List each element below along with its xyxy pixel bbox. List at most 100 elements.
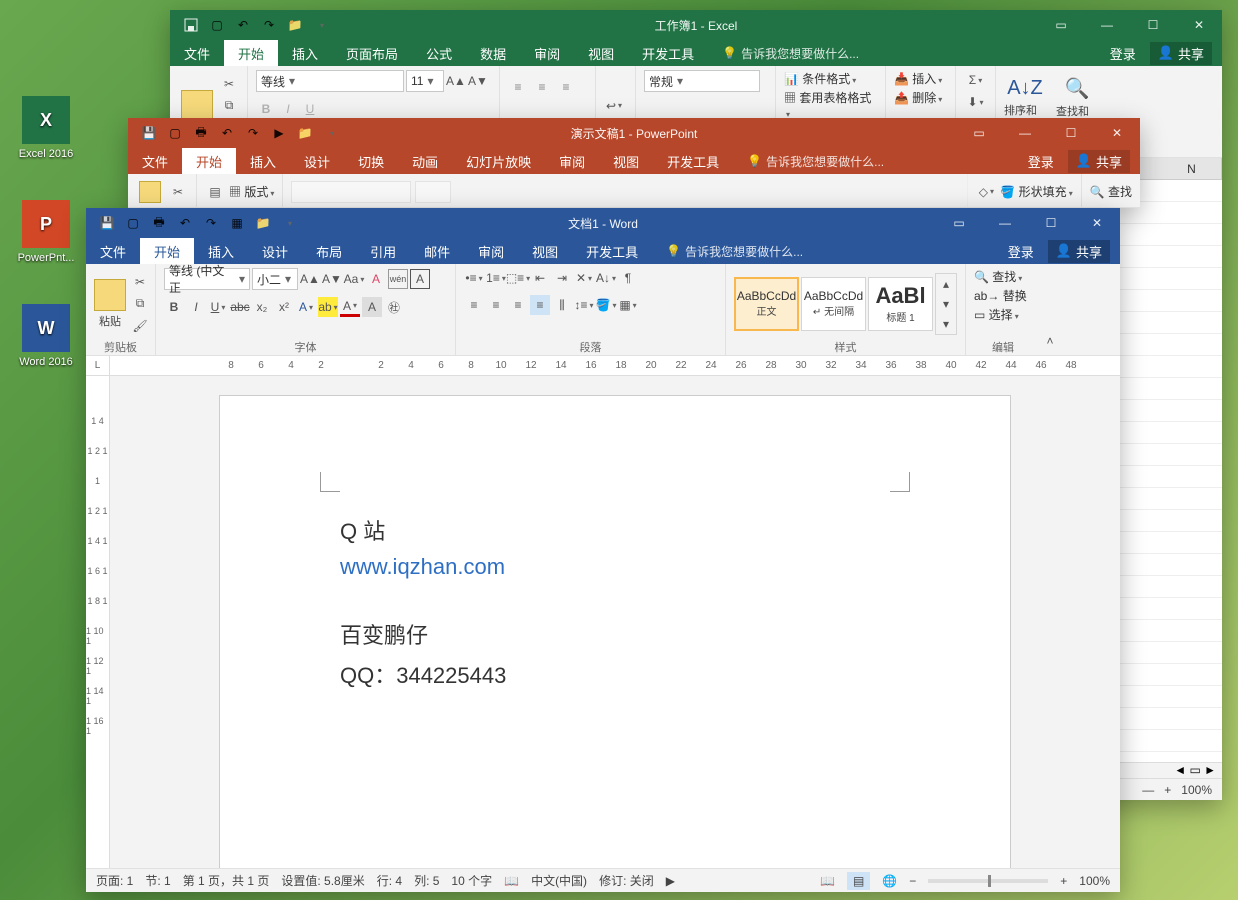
align-top-icon[interactable]: ≡ (508, 77, 528, 97)
delete-cells-button[interactable]: 📤 删除 (894, 89, 942, 106)
fill-icon[interactable]: ⬇ (966, 92, 986, 112)
new-icon[interactable]: ▢ (162, 119, 188, 147)
ribbon-options-icon[interactable]: ▭ (936, 208, 982, 238)
numbering-icon[interactable]: 1≡ (486, 268, 506, 288)
slideshow-icon[interactable]: ▶ (266, 119, 292, 147)
zoom-in-icon[interactable]: + (1060, 874, 1067, 888)
grow-font-icon[interactable]: A▲ (300, 269, 320, 289)
show-marks-icon[interactable]: ¶ (618, 268, 638, 288)
horizontal-ruler[interactable]: 8642246810121416182022242628303234363840… (86, 356, 1120, 376)
tab-slideshow[interactable]: 幻灯片放映 (452, 148, 545, 174)
status-revision[interactable]: 修订: 关闭 (599, 872, 654, 889)
italic-icon[interactable]: I (278, 99, 298, 119)
tab-formulas[interactable]: 公式 (412, 40, 466, 66)
status-pages[interactable]: 第 1 页，共 1 页 (183, 872, 270, 889)
tab-animation[interactable]: 动画 (398, 148, 452, 174)
tab-home[interactable]: 开始 (182, 148, 236, 174)
redo-icon[interactable]: ↷ (240, 119, 266, 147)
align-bottom-icon[interactable]: ≡ (556, 77, 576, 97)
outdent-icon[interactable]: ⇤ (530, 268, 550, 288)
excel-titlebar[interactable]: ▢ ↶ ↷ 📁 工作簿1 - Excel ▭ — ☐ ✕ (170, 10, 1222, 40)
new-slide-icon[interactable]: ▤ (205, 182, 225, 202)
tab-devtools[interactable]: 开发工具 (653, 148, 733, 174)
maximize-icon[interactable]: ☐ (1028, 208, 1074, 238)
column-header[interactable]: N (1162, 158, 1222, 179)
tell-me-field[interactable]: 💡告诉我您想要做什么... (733, 148, 884, 174)
tab-review[interactable]: 审阅 (545, 148, 599, 174)
minimize-icon[interactable]: — (1084, 10, 1130, 40)
share-button[interactable]: 👤共享 (1150, 42, 1212, 65)
ribbon-options-icon[interactable]: ▭ (956, 118, 1002, 148)
conditional-format-button[interactable]: 📊 条件格式 (784, 70, 856, 87)
readmode-icon[interactable]: 📖 (820, 874, 835, 888)
save-icon[interactable]: 💾 (94, 209, 120, 237)
doc-text[interactable]: QQ：344225443 (340, 658, 890, 690)
font-name-combo[interactable]: 等线▾ (256, 70, 404, 92)
indent-icon[interactable]: ⇥ (552, 268, 572, 288)
zoom-out-icon[interactable]: — (1142, 783, 1154, 797)
wrap-text-icon[interactable]: ↩ (604, 96, 624, 116)
undo-icon[interactable]: ↶ (230, 11, 256, 39)
cut-icon[interactable]: ✂ (130, 272, 150, 292)
change-case-icon[interactable]: Aa (344, 269, 364, 289)
login-link[interactable]: 登录 (1028, 152, 1054, 171)
doc-link[interactable]: www.iqzhan.com (340, 554, 505, 579)
bold-icon[interactable]: B (256, 99, 276, 119)
status-position[interactable]: 设置值: 5.8厘米 (281, 872, 364, 889)
shrink-font-icon[interactable]: A▼ (322, 269, 342, 289)
maximize-icon[interactable]: ☐ (1048, 118, 1094, 148)
shape-fill-button[interactable]: 🪣 形状填充 (1000, 183, 1072, 200)
desktop-icon-powerpoint[interactable]: P PowerPnt... (8, 200, 84, 264)
tab-insert[interactable]: 插入 (278, 40, 332, 66)
bold-icon[interactable]: B (164, 297, 184, 317)
status-page[interactable]: 页面: 1 (96, 872, 133, 889)
login-link[interactable]: 登录 (1110, 44, 1136, 63)
tab-pagelayout[interactable]: 页面布局 (332, 40, 412, 66)
paste-button[interactable] (136, 178, 164, 206)
borders-icon[interactable]: ▦ (618, 295, 638, 315)
weblayout-icon[interactable]: 🌐 (882, 874, 897, 888)
underline-icon[interactable]: U (208, 297, 228, 317)
folder-icon[interactable]: 📁 (292, 119, 318, 147)
document-page[interactable]: Q 站 www.iqzhan.com 百变鹏仔 QQ：344225443 (220, 396, 1010, 868)
close-icon[interactable]: ✕ (1176, 10, 1222, 40)
status-column[interactable]: 列: 5 (414, 872, 439, 889)
desktop-icon-word[interactable]: W Word 2016 (8, 304, 84, 368)
tab-review[interactable]: 审阅 (464, 238, 518, 264)
close-icon[interactable]: ✕ (1074, 208, 1120, 238)
asian-layout-icon[interactable]: ✕ (574, 268, 594, 288)
bullets-icon[interactable]: •≡ (464, 268, 484, 288)
strike-icon[interactable]: abc (230, 297, 250, 317)
cut-icon[interactable]: ✂ (168, 182, 188, 202)
layout-button[interactable]: ▦ 版式 (229, 183, 274, 200)
quickprint-icon[interactable]: 🖶 (188, 119, 214, 147)
cut-icon[interactable]: ✂ (219, 74, 239, 94)
word-titlebar[interactable]: 💾 ▢ 🖶 ↶ ↷ ▦ 📁 文档1 - Word ▭ — ☐ ✕ (86, 208, 1120, 238)
subscript-icon[interactable]: x₂ (252, 297, 272, 317)
insert-cells-button[interactable]: 📥 插入 (894, 70, 942, 87)
text-effects-icon[interactable]: A (296, 297, 316, 317)
vertical-ruler[interactable]: 1 41 2 111 2 11 4 11 6 11 8 11 10 11 12 … (86, 376, 110, 868)
zoom-in-icon[interactable]: + (1164, 783, 1171, 797)
font-size-combo[interactable]: 小二▾ (252, 268, 298, 290)
tab-insert[interactable]: 插入 (236, 148, 290, 174)
folder-icon[interactable]: 📁 (282, 11, 308, 39)
qat-more-icon[interactable] (276, 209, 302, 237)
copy-icon[interactable]: ⧉ (219, 96, 239, 116)
format-painter-icon[interactable]: 🖌 (130, 316, 150, 336)
align-middle-icon[interactable]: ≡ (532, 77, 552, 97)
distributed-icon[interactable]: ⫼ (552, 295, 572, 315)
folder-icon[interactable]: 📁 (250, 209, 276, 237)
status-language[interactable]: 中文(中国) (531, 872, 587, 889)
tab-insert[interactable]: 插入 (194, 238, 248, 264)
tab-devtools[interactable]: 开发工具 (572, 238, 652, 264)
table-format-button[interactable]: ▦ 套用表格格式 (784, 89, 877, 120)
tell-me-field[interactable]: 💡告诉我您想要做什么... (708, 40, 859, 66)
zoom-slider[interactable] (928, 879, 1048, 883)
desktop-icon-excel[interactable]: X Excel 2016 (8, 96, 84, 160)
replace-button[interactable]: ab→ 替换 (974, 287, 1027, 304)
autosum-icon[interactable]: Σ (966, 70, 986, 90)
char-border-icon[interactable]: A (410, 269, 430, 289)
enclose-icon[interactable]: ㊓ (384, 297, 404, 317)
tab-data[interactable]: 数据 (466, 40, 520, 66)
